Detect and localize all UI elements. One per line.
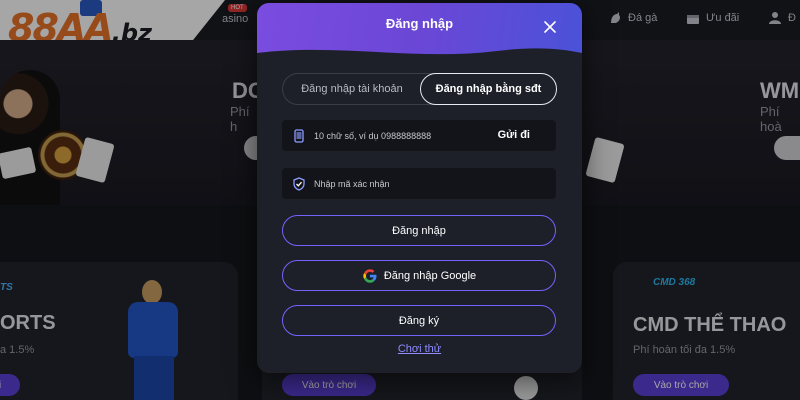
login-method-tabs: Đăng nhập tài khoản Đăng nhập bằng sđt <box>282 73 557 105</box>
register-button-label: Đăng ký <box>398 314 440 327</box>
phone-icon <box>294 128 304 143</box>
login-modal: Đăng nhập Đăng nhập tài khoản Đăng nhập … <box>257 3 582 373</box>
tab-phone-login[interactable]: Đăng nhập bằng sđt <box>420 73 557 105</box>
otp-field <box>282 168 556 199</box>
otp-input[interactable] <box>314 178 484 189</box>
login-button-label: Đăng nhập <box>392 224 446 237</box>
phone-field: Gửi đi <box>282 120 556 151</box>
register-button[interactable]: Đăng ký <box>282 305 556 336</box>
google-login-button[interactable]: Đăng nhập Google <box>282 260 556 291</box>
close-button[interactable] <box>544 12 564 33</box>
try-demo-link[interactable]: Chơi thử <box>257 343 582 355</box>
login-button[interactable]: Đăng nhập <box>282 215 556 246</box>
header-wave <box>257 48 582 59</box>
send-code-button[interactable]: Gửi đi <box>498 129 530 141</box>
modal-title: Đăng nhập <box>385 16 454 31</box>
modal-header: Đăng nhập <box>257 3 582 59</box>
google-button-label: Đăng nhập Google <box>383 269 477 282</box>
shield-check-icon <box>293 176 305 191</box>
phone-input[interactable] <box>314 130 484 141</box>
close-icon <box>544 21 556 33</box>
google-icon <box>363 268 377 283</box>
tab-account-login[interactable]: Đăng nhập tài khoản <box>283 74 421 104</box>
